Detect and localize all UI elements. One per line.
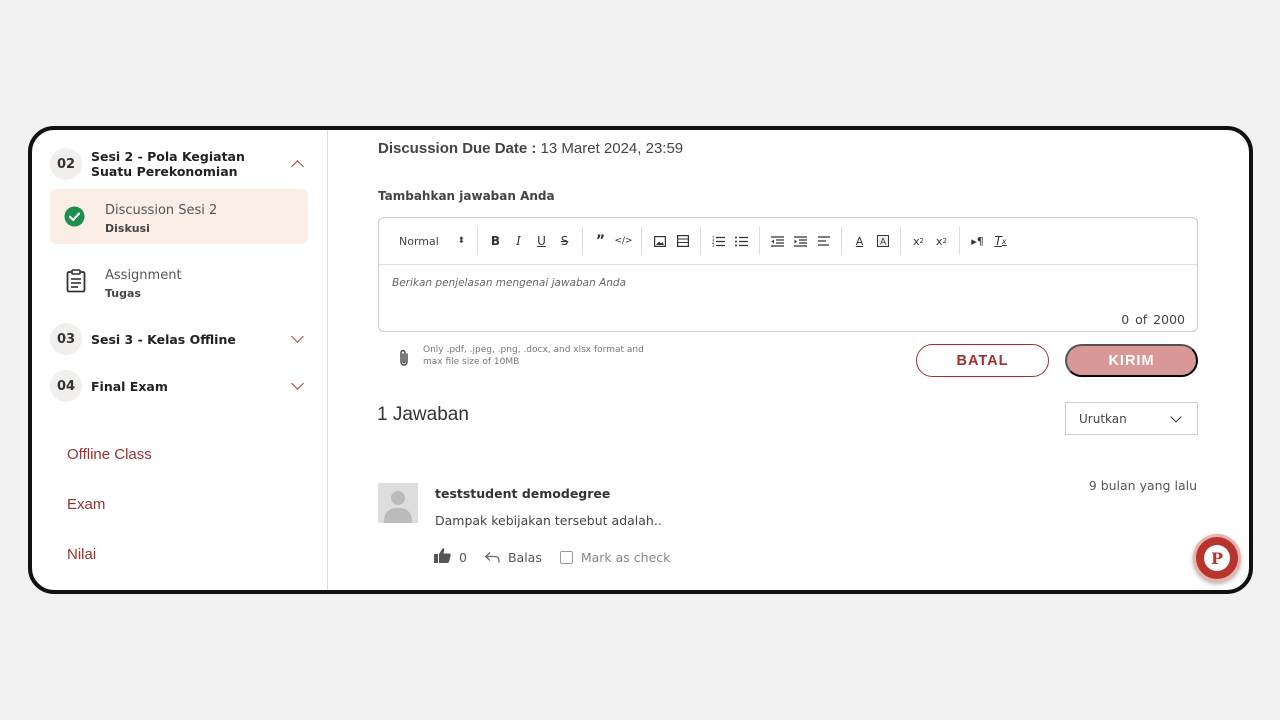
svg-text:3: 3	[712, 243, 715, 247]
submit-button[interactable]: KIRIM	[1065, 344, 1198, 377]
toolbar-divider	[900, 227, 901, 255]
session-02[interactable]: 02 Sesi 2 - Pola Kegiatan Suatu Perekono…	[50, 148, 306, 180]
session-number: 02	[50, 148, 82, 180]
background-color-icon[interactable]: A	[871, 231, 894, 251]
format-select-value: Normal	[399, 234, 439, 248]
superscript-icon[interactable]: x2	[930, 231, 953, 251]
outdent-icon[interactable]	[766, 231, 789, 251]
rich-text-editor[interactable]: Normal ⬍ B I U S ” </> 123 A A x 2 x 2 ▸…	[378, 217, 1198, 332]
lesson-type: Tugas	[105, 287, 141, 300]
check-circle-icon	[64, 206, 85, 231]
session-number: 04	[50, 370, 82, 402]
link-nilai[interactable]: Nilai	[67, 546, 96, 563]
avatar	[378, 483, 418, 523]
thumbs-up-icon[interactable]	[434, 548, 451, 566]
toolbar-divider	[700, 227, 701, 255]
chevron-up-icon[interactable]	[291, 160, 304, 173]
ordered-list-icon[interactable]: 123	[707, 231, 730, 251]
text-color-icon[interactable]: A	[848, 231, 871, 251]
editor-toolbar: Normal ⬍ B I U S ” </> 123 A A x 2 x 2 ▸…	[379, 218, 1197, 265]
toolbar-divider	[477, 227, 478, 255]
code-icon[interactable]: </>	[612, 231, 635, 251]
toolbar-divider	[959, 227, 960, 255]
session-title: Sesi 2 - Pola Kegiatan Suatu Perekonomia…	[91, 149, 245, 179]
mark-label: Mark as check	[580, 549, 671, 565]
sort-label: Urutkan	[1079, 411, 1127, 426]
session-title: Final Exam	[91, 378, 168, 394]
session-title: Sesi 3 - Kelas Offline	[91, 331, 236, 347]
char-counter: 0 of 2000	[1121, 312, 1185, 327]
mark-as-check[interactable]: Mark as check	[559, 549, 671, 565]
blockquote-icon[interactable]: ”	[589, 231, 612, 251]
clipboard-icon	[66, 269, 86, 297]
attachment-note: Only .pdf, .jpeg, .png, .docx, and xlsx …	[423, 345, 644, 367]
toolbar-divider	[641, 227, 642, 255]
editor-placeholder[interactable]: Berikan penjelasan mengenai jawaban Anda	[392, 277, 626, 289]
answer-text: Dampak kebijakan tersebut adalah..	[435, 513, 662, 528]
session-number: 03	[50, 323, 82, 355]
bullet-list-icon[interactable]	[730, 231, 753, 251]
lesson-discussion-sesi-2[interactable]: Discussion Sesi 2 Diskusi	[50, 189, 308, 244]
clear-format-icon[interactable]: Tx	[989, 231, 1012, 251]
answers-count: 1 Jawaban	[377, 404, 469, 425]
toolbar-divider	[841, 227, 842, 255]
chevron-down-icon[interactable]	[291, 330, 304, 343]
lesson-title: Discussion Sesi 2	[105, 203, 218, 218]
underline-icon[interactable]: U	[530, 231, 553, 251]
app-frame: 02 Sesi 2 - Pola Kegiatan Suatu Perekono…	[28, 126, 1253, 594]
discussion-main: Discussion Due Date : 13 Maret 2024, 23:…	[328, 130, 1249, 590]
reply-button[interactable]: Balas	[484, 549, 542, 565]
lesson-type: Diskusi	[105, 222, 150, 235]
link-exam[interactable]: Exam	[67, 496, 105, 513]
chevron-down-icon	[1170, 411, 1182, 423]
bold-icon[interactable]: B	[484, 231, 507, 251]
answer-time: 9 bulan yang lalu	[1088, 478, 1197, 493]
format-select[interactable]: Normal ⬍	[391, 235, 471, 248]
indent-icon[interactable]	[789, 231, 812, 251]
reply-label: Balas	[507, 549, 542, 565]
subscript-icon[interactable]: x2	[907, 231, 930, 251]
due-date: Discussion Due Date : 13 Maret 2024, 23:…	[378, 140, 683, 157]
chat-fab-button[interactable]: P	[1193, 534, 1241, 582]
answer-author: teststudent demodegree	[435, 486, 611, 501]
toolbar-divider	[759, 227, 760, 255]
italic-icon[interactable]: I	[507, 231, 530, 251]
select-arrows-icon: ⬍	[457, 236, 465, 246]
course-sidebar: 02 Sesi 2 - Pola Kegiatan Suatu Perekono…	[32, 130, 328, 590]
session-04[interactable]: 04 Final Exam	[50, 370, 306, 402]
reply-icon	[484, 551, 500, 562]
lesson-title: Assignment	[105, 268, 182, 283]
text-direction-icon[interactable]: ▸¶	[966, 231, 989, 251]
toolbar-divider	[582, 227, 583, 255]
lesson-assignment[interactable]: Assignment Tugas	[50, 254, 308, 309]
answer-actions: 0 Balas Mark as check	[434, 548, 670, 566]
due-date-value: 13 Maret 2024, 23:59	[540, 140, 684, 157]
add-answer-label: Tambahkan jawaban Anda	[378, 189, 555, 203]
sort-dropdown[interactable]: Urutkan	[1065, 402, 1198, 435]
session-03[interactable]: 03 Sesi 3 - Kelas Offline	[50, 323, 306, 355]
table-icon[interactable]	[671, 231, 694, 251]
image-icon[interactable]	[648, 231, 671, 251]
chevron-down-icon[interactable]	[291, 377, 304, 390]
brand-logo-icon: P	[1204, 545, 1230, 571]
strikethrough-icon[interactable]: S	[553, 231, 576, 251]
like-count: 0	[459, 549, 467, 565]
link-offline-class[interactable]: Offline Class	[67, 446, 152, 463]
mark-checkbox[interactable]	[559, 550, 573, 564]
paperclip-icon[interactable]	[398, 349, 410, 371]
due-date-label: Discussion Due Date :	[378, 140, 537, 157]
svg-text:A: A	[880, 238, 887, 248]
align-icon[interactable]	[812, 231, 835, 251]
cancel-button[interactable]: BATAL	[916, 344, 1049, 377]
